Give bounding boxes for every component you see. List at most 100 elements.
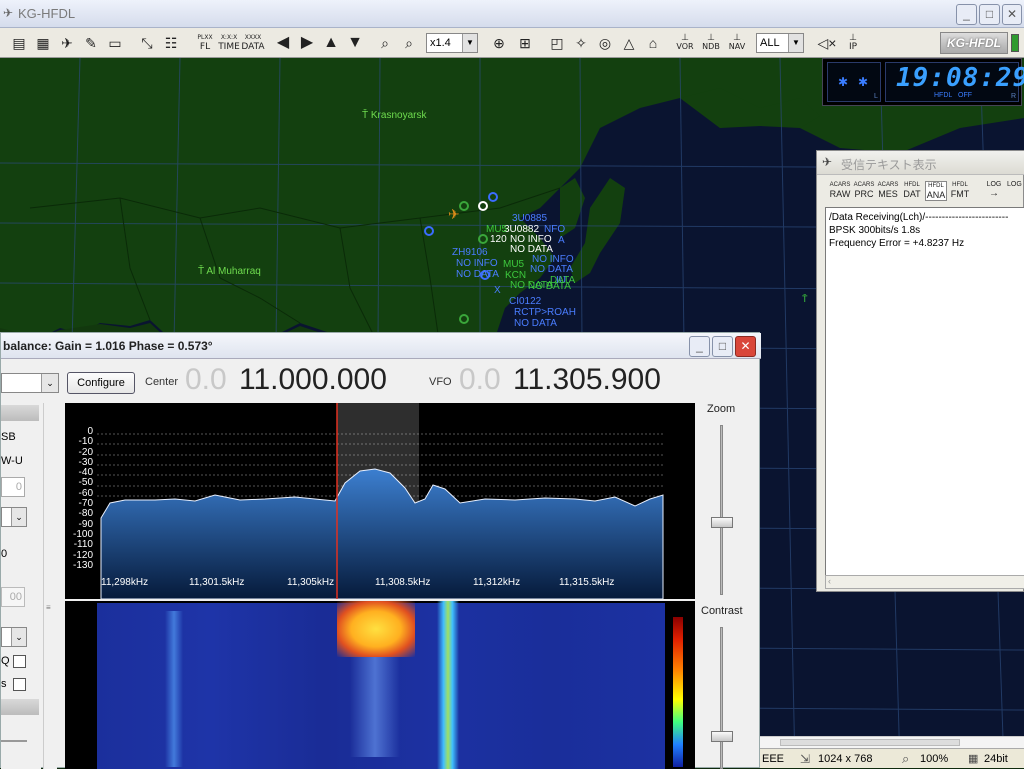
list-icon[interactable]: ▤ [8,32,30,54]
ip-button[interactable]: ⊥ IP [840,31,866,55]
spin-input-disabled[interactable]: 00 [1,587,25,607]
rx-text-area[interactable]: /Data Receiving(Lch)/-------------------… [825,207,1024,577]
grid-icon[interactable]: ⊞ [514,32,536,54]
flight-label[interactable]: NO DATA [530,265,573,275]
scroll-left-icon[interactable]: ‹ [828,576,831,586]
filter-select[interactable]: ALL ▼ [756,33,804,53]
center-freq-value[interactable]: 11.000.000 [239,363,387,397]
arrow-left-icon[interactable]: ◀ [272,32,294,54]
rx-line: /Data Receiving(Lch)/-------------------… [829,212,1009,223]
mode-lsb-label[interactable]: SB [1,431,16,443]
monitor-icon[interactable]: ▭ [104,32,126,54]
city-marker[interactable]: Ť Al Muharraq [198,266,261,277]
vfo-freq-value[interactable]: 11.305.900 [513,363,661,397]
q-checkbox[interactable] [13,655,26,668]
globe-icon[interactable]: ⊕ [488,32,510,54]
acars-raw-button[interactable]: ACARS RAW [829,181,851,201]
acars-prc-button[interactable]: ACARS PRC [853,181,875,201]
vfo-freq-dim: 0.0 [459,363,501,396]
device-select[interactable]: ⌄ [1,373,59,393]
flight-label[interactable]: A [558,236,565,246]
station-marker-icon[interactable]: Ť [802,294,808,304]
slider-track[interactable] [1,740,27,742]
city-pin-icon: Ť [362,110,369,121]
aircraft-marker[interactable] [424,226,434,236]
table-icon[interactable]: ▦ [32,32,54,54]
zoom-out-icon[interactable]: ⌕ [398,32,420,54]
zoom-select[interactable]: x1.4 ▼ [426,33,478,53]
zoom-slider-track[interactable] [720,425,723,595]
hfdl-fmt-button[interactable]: HFDL FMT [949,181,971,201]
log-save-button[interactable]: LOG → [983,181,1005,201]
sdr-minimize-button[interactable]: _ [689,336,710,357]
mode-cw-label[interactable]: W-U [1,455,23,467]
configure-button[interactable]: Configure [67,372,135,394]
viewer-scrollbar[interactable] [760,736,1024,748]
panel-splitter[interactable]: ≡ [43,403,57,769]
aircraft-icon[interactable]: ✈ [448,206,460,223]
edit-icon[interactable]: ✎ [80,32,102,54]
log-button[interactable]: LOG [1007,181,1024,201]
ndb-button[interactable]: ⊥ NDB [698,31,724,55]
triangle-icon[interactable]: △ [618,32,640,54]
maximize-button[interactable]: □ [979,4,1000,25]
flight-label[interactable]: NO DATA [514,319,557,329]
sdr-close-button[interactable]: ✕ [735,336,756,357]
waterfall-signal-2 [437,601,459,769]
time-button[interactable]: X:X:X TIME [216,31,242,55]
contrast-slider-track[interactable] [720,627,723,769]
vor-button[interactable]: ⊥ VOR [672,31,698,55]
aircraft-marker[interactable] [459,314,469,324]
viewer-scroll-thumb[interactable] [780,739,960,746]
hfdl-dat-button[interactable]: HFDL DAT [901,181,923,201]
sdr-maximize-button[interactable]: □ [712,336,733,357]
flight-label[interactable]: RCTP>ROAH [514,308,576,318]
flight-label[interactable]: 120 [490,235,507,245]
acars-mes-button[interactable]: ACARS MES [877,181,899,201]
aircraft-marker[interactable] [459,201,469,211]
flight-label[interactable]: 3U0885 [512,214,547,224]
contrast-slider-thumb[interactable] [711,731,733,742]
speaker-mute-icon[interactable]: ◁× [816,32,838,54]
rx-window-title: 受信テキスト表示 [841,158,937,172]
aircraft-info-icon[interactable]: ✈ [56,32,78,54]
hfdl-ana-button[interactable]: HFDL ANA [925,181,947,201]
clock-time: 19:08:29 [896,63,1024,93]
region-icon[interactable]: ◰ [546,32,568,54]
aircraft-marker[interactable] [488,192,498,202]
arrow-up-icon[interactable]: ▲ [320,32,342,54]
left-select-2[interactable]: ⌄ [1,627,27,647]
spin-input[interactable]: 0 [1,477,25,497]
flight-label[interactable]: MU5 [503,260,524,270]
zoom-slider-thumb[interactable] [711,517,733,528]
flight-label[interactable]: CI0122 [509,297,541,307]
zoom-in-icon[interactable]: ⌕ [374,32,396,54]
spectrum-display[interactable]: 0 -10 -20 -30 -40 -50 -60 -70 -80 -90 -100 -110 -120… [65,403,695,599]
flight-label[interactable]: NO DATA [528,282,571,292]
fl-button[interactable]: PLXX FL [192,31,218,55]
waterfall-display[interactable] [65,601,695,769]
aircraft-marker[interactable] [478,234,488,244]
data-button[interactable]: XXXX DATA [240,31,266,55]
arrow-right-icon[interactable]: ▶ [296,32,318,54]
radio-icon[interactable]: ☷ [160,32,182,54]
network-icon[interactable]: ✧ [570,32,592,54]
left-select[interactable]: ⌄ [1,507,27,527]
flight-label[interactable]: NO DATA [456,270,499,280]
minimize-button[interactable]: _ [956,4,977,25]
city-marker[interactable]: Ť Krasnoyarsk [362,110,426,121]
s-checkbox[interactable] [13,678,26,691]
nav-button[interactable]: ⊥ NAV [724,31,750,55]
target-icon[interactable]: ◎ [594,32,616,54]
arrow-down-icon[interactable]: ▼ [344,32,366,54]
route-icon[interactable]: ⤡ [136,32,158,54]
flight-label[interactable]: X [494,286,501,296]
waterfall-signal [165,611,183,767]
close-button[interactable]: ✕ [1002,4,1022,25]
station-icon[interactable]: ⌂ [642,32,664,54]
flight-label[interactable]: ZH9106 [452,248,488,258]
spin-value[interactable]: 0 [1,545,13,563]
rx-horizontal-scrollbar[interactable]: ‹ [825,575,1024,589]
aircraft-marker[interactable] [478,201,488,211]
flight-label[interactable]: NO INFO [456,259,498,269]
